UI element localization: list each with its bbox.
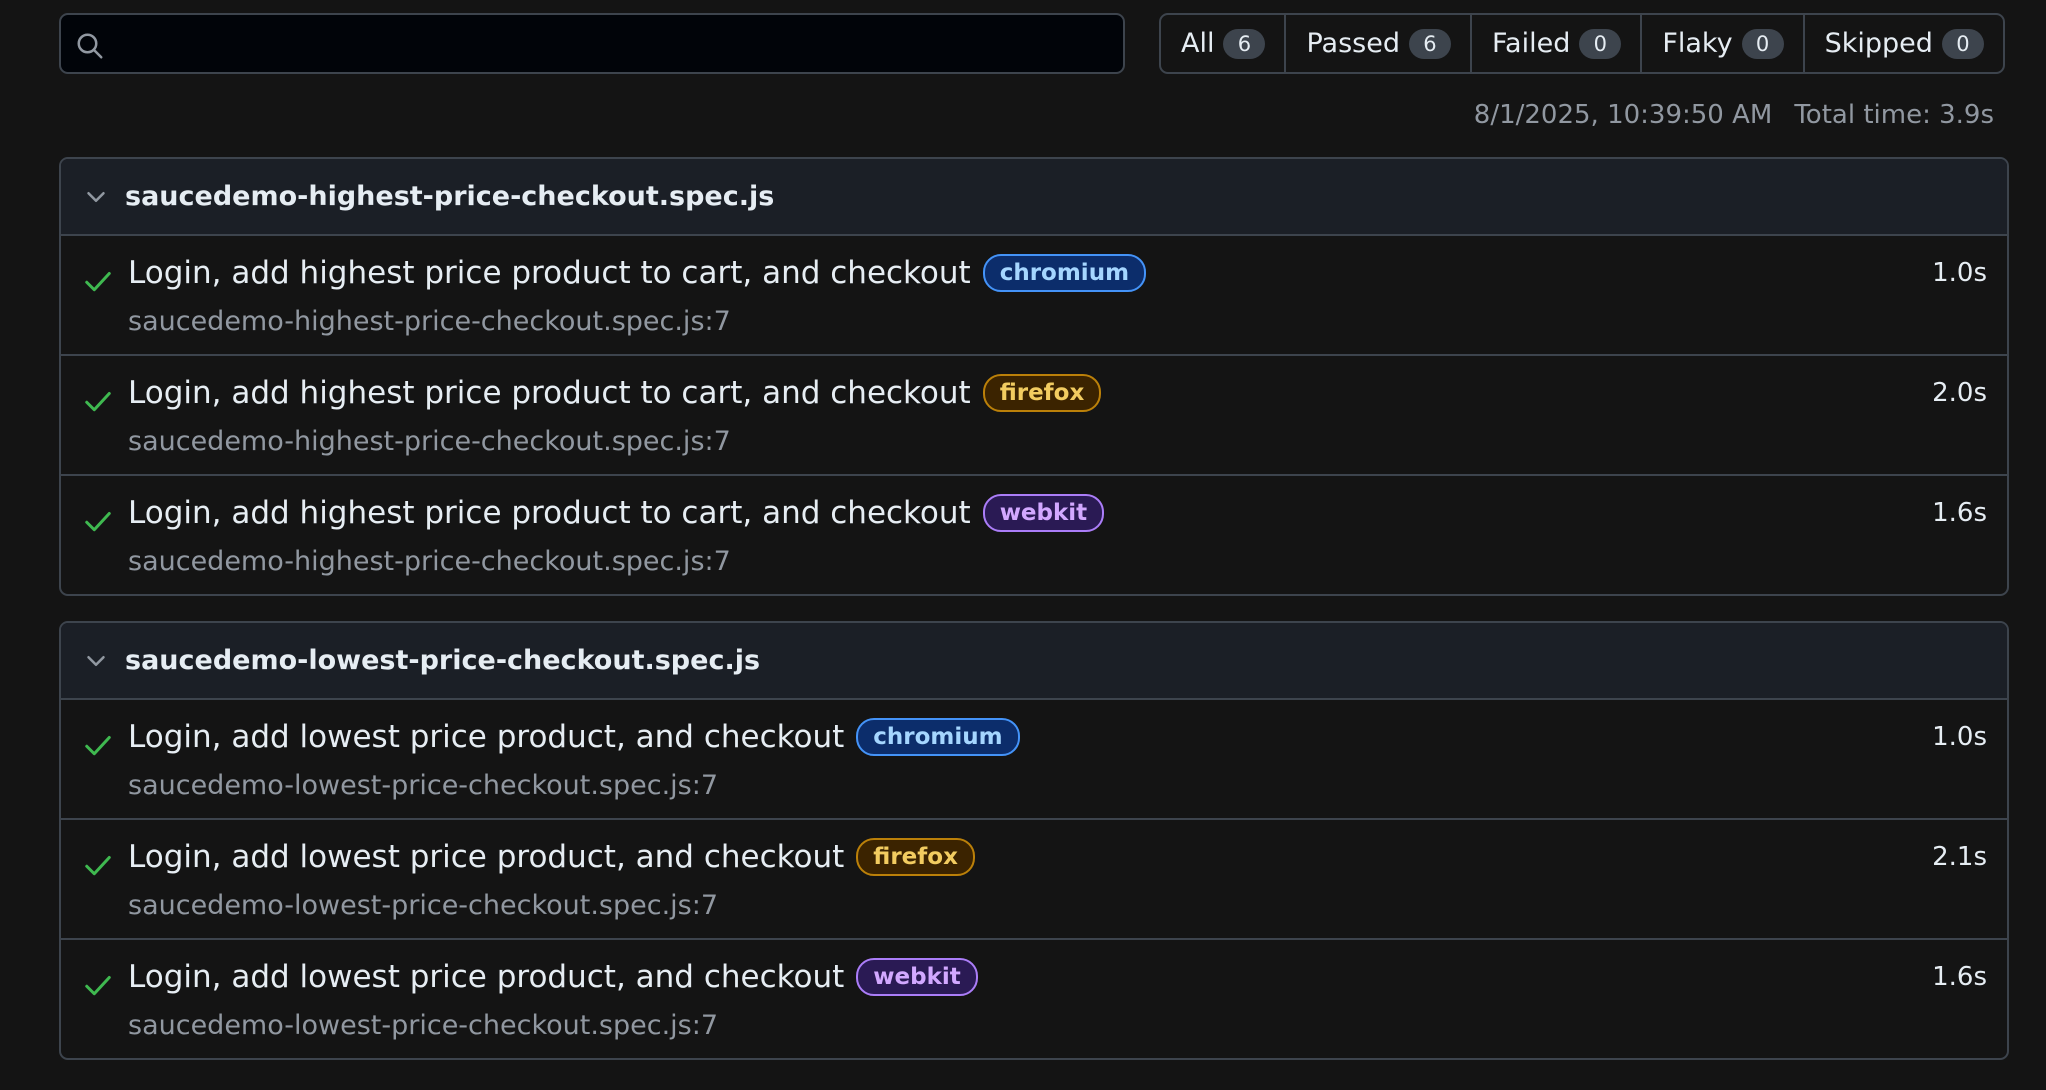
- test-title[interactable]: Login, add highest price product to cart…: [128, 495, 971, 531]
- run-metadata: 8/1/2025, 10:39:50 AM Total time: 3.9s: [1474, 100, 1994, 130]
- chevron-down-icon: [87, 191, 105, 202]
- spec-file-group: saucedemo-highest-price-checkout.spec.js…: [59, 157, 2009, 596]
- test-duration: 2.0s: [1932, 378, 1987, 408]
- test-row[interactable]: Login, add highest price product to cart…: [61, 476, 2007, 594]
- spec-file-header[interactable]: saucedemo-highest-price-checkout.spec.js: [61, 159, 2007, 236]
- filter-count-badge: 0: [1941, 28, 1984, 59]
- check-icon: [85, 736, 111, 756]
- filter-label: All: [1181, 28, 1215, 59]
- test-location: saucedemo-lowest-price-checkout.spec.js:…: [128, 890, 719, 921]
- test-title[interactable]: Login, add highest price product to cart…: [128, 375, 971, 411]
- filter-passed[interactable]: Passed 6: [1286, 15, 1472, 72]
- search-icon: [77, 33, 103, 59]
- test-duration: 1.0s: [1932, 258, 1987, 288]
- test-title-line: Login, add lowest price product, and che…: [128, 838, 975, 876]
- test-row[interactable]: Login, add lowest price product, and che…: [61, 820, 2007, 940]
- chevron-down-icon: [87, 655, 105, 666]
- filter-count-badge: 0: [1579, 28, 1622, 59]
- project-tag-firefox[interactable]: firefox: [982, 374, 1102, 412]
- total-time: Total time: 3.9s: [1794, 100, 1994, 130]
- project-tag-webkit[interactable]: webkit: [856, 958, 978, 996]
- test-title[interactable]: Login, add lowest price product, and che…: [128, 839, 844, 875]
- test-duration: 1.0s: [1932, 722, 1987, 752]
- project-tag-chromium[interactable]: chromium: [856, 718, 1020, 756]
- filter-label: Failed: [1491, 28, 1571, 59]
- status-filter-bar: All 6 Passed 6 Failed 0 Flaky 0 Skipped …: [1159, 13, 2005, 74]
- test-title-line: Login, add lowest price product, and che…: [128, 958, 978, 996]
- test-title-line: Login, add highest price product to cart…: [128, 494, 1105, 532]
- project-tag-chromium[interactable]: chromium: [982, 254, 1147, 292]
- test-location: saucedemo-lowest-price-checkout.spec.js:…: [128, 1010, 719, 1041]
- check-icon: [85, 976, 111, 996]
- test-title-line: Login, add highest price product to cart…: [128, 254, 1147, 292]
- test-location: saucedemo-highest-price-checkout.spec.js…: [128, 546, 731, 577]
- test-title-line: Login, add highest price product to cart…: [128, 374, 1102, 412]
- spec-file-header[interactable]: saucedemo-lowest-price-checkout.spec.js: [61, 623, 2007, 700]
- check-icon: [85, 512, 111, 532]
- test-location: saucedemo-highest-price-checkout.spec.js…: [128, 306, 731, 337]
- test-row[interactable]: Login, add highest price product to cart…: [61, 356, 2007, 476]
- filter-count-badge: 0: [1741, 28, 1784, 59]
- project-tag-firefox[interactable]: firefox: [856, 838, 975, 876]
- filter-label: Skipped: [1824, 28, 1933, 59]
- project-tag-webkit[interactable]: webkit: [982, 494, 1105, 532]
- test-title[interactable]: Login, add lowest price product, and che…: [128, 719, 844, 755]
- filter-flaky[interactable]: Flaky 0: [1642, 15, 1805, 72]
- test-title-line: Login, add lowest price product, and che…: [128, 718, 1020, 756]
- test-title[interactable]: Login, add highest price product to cart…: [128, 255, 971, 291]
- search-input[interactable]: [119, 15, 1113, 74]
- test-title[interactable]: Login, add lowest price product, and che…: [128, 959, 844, 995]
- report-page: All 6 Passed 6 Failed 0 Flaky 0 Skipped …: [0, 0, 2046, 1090]
- check-icon: [85, 392, 111, 412]
- test-row[interactable]: Login, add highest price product to cart…: [61, 236, 2007, 356]
- test-location: saucedemo-highest-price-checkout.spec.js…: [128, 426, 731, 457]
- filter-label: Flaky: [1662, 28, 1733, 59]
- spec-file-name: saucedemo-lowest-price-checkout.spec.js: [125, 645, 761, 676]
- filter-skipped[interactable]: Skipped 0: [1805, 15, 2003, 72]
- search-box[interactable]: [59, 13, 1125, 74]
- run-timestamp: 8/1/2025, 10:39:50 AM: [1473, 100, 1773, 130]
- filter-all[interactable]: All 6: [1161, 15, 1287, 72]
- test-duration: 1.6s: [1932, 962, 1987, 992]
- check-icon: [85, 856, 111, 876]
- filter-label: Passed: [1306, 28, 1400, 59]
- filter-count-badge: 6: [1223, 28, 1266, 59]
- spec-file-group: saucedemo-lowest-price-checkout.spec.js …: [59, 621, 2009, 1060]
- filter-failed[interactable]: Failed 0: [1472, 15, 1643, 72]
- check-icon: [85, 272, 111, 292]
- test-duration: 1.6s: [1932, 498, 1987, 528]
- spec-file-name: saucedemo-highest-price-checkout.spec.js: [125, 181, 775, 212]
- test-location: saucedemo-lowest-price-checkout.spec.js:…: [128, 770, 719, 801]
- test-row[interactable]: Login, add lowest price product, and che…: [61, 940, 2007, 1058]
- test-row[interactable]: Login, add lowest price product, and che…: [61, 700, 2007, 820]
- test-duration: 2.1s: [1932, 842, 1987, 872]
- filter-count-badge: 6: [1408, 28, 1451, 59]
